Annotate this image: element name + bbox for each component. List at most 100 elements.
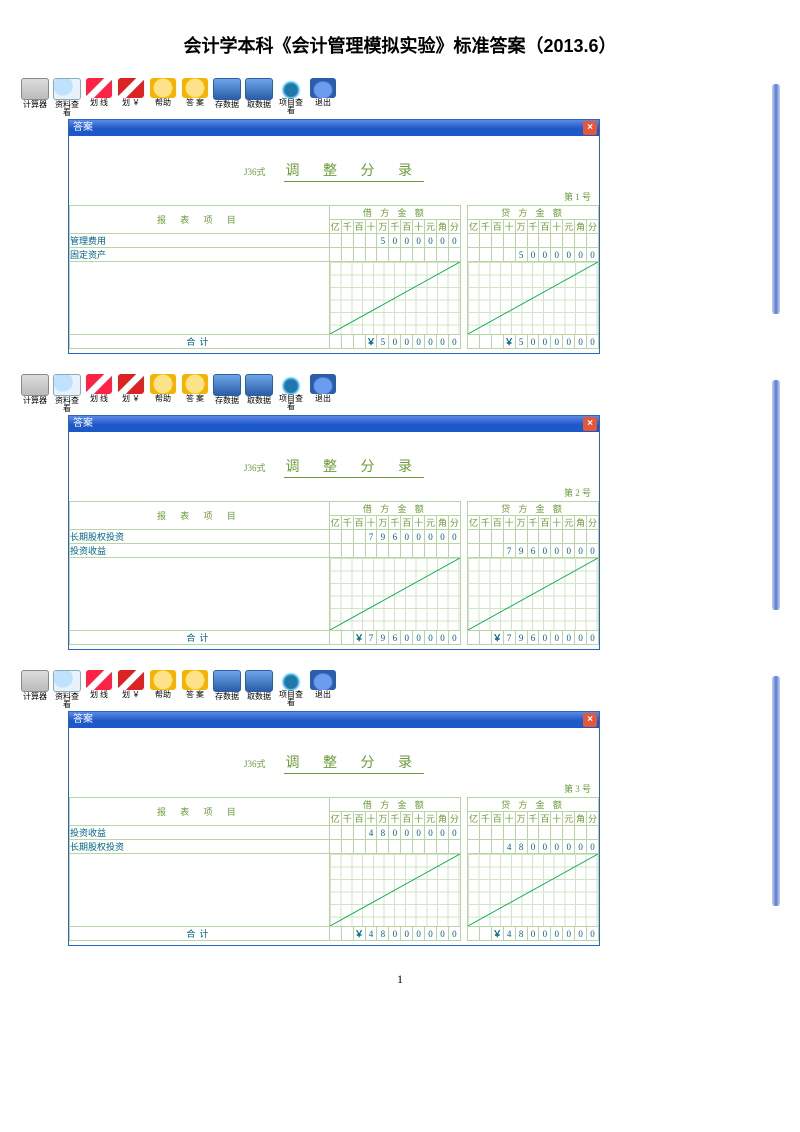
digit-cell — [365, 248, 377, 262]
digit-cell: 7 — [503, 631, 515, 645]
toolbar-calc-button[interactable]: 计算器 — [20, 78, 50, 117]
entry-no: 第 1 号 — [69, 188, 599, 205]
toolbar-load-button[interactable]: 取数据 — [244, 374, 274, 413]
toolbar-exit-button[interactable]: 退出 — [308, 670, 338, 709]
digit-cell: 9 — [377, 631, 389, 645]
digit-cell: 0 — [401, 631, 413, 645]
toolbar-label: 帮助 — [155, 690, 171, 699]
search-icon — [53, 374, 81, 396]
toolbar-load-button[interactable]: 取数据 — [244, 78, 274, 117]
digit-cell — [341, 826, 353, 840]
toolbar-label: 计算器 — [23, 396, 47, 405]
toolbar-search-button[interactable]: 资料查看 — [52, 374, 82, 413]
digit-header: 十 — [413, 812, 425, 826]
toolbar-pen1-button[interactable]: 划 线 — [84, 670, 114, 709]
titlebar: 答案 × — [69, 120, 599, 136]
toolbar-help-button[interactable]: 帮助 — [148, 78, 178, 117]
digit-cell: 7 — [365, 530, 377, 544]
toolbar-label: 计算器 — [23, 100, 47, 109]
digit-cell — [425, 840, 437, 854]
close-icon[interactable]: × — [583, 713, 597, 727]
digit-cell — [468, 840, 480, 854]
digit-cell: 0 — [527, 840, 539, 854]
toolbar-save-button[interactable]: 存数据 — [212, 670, 242, 709]
digit-header: 十 — [365, 220, 377, 234]
toolbar-calc-button[interactable]: 计算器 — [20, 374, 50, 413]
close-icon[interactable]: × — [583, 417, 597, 431]
digit-cell — [527, 234, 539, 248]
digit-cell — [479, 530, 491, 544]
item-cell: 投资收益 — [70, 826, 330, 840]
digit-cell — [527, 826, 539, 840]
digit-cell: 0 — [539, 631, 551, 645]
digit-header: 百 — [539, 516, 551, 530]
scrollbar-thumb[interactable] — [772, 380, 780, 610]
digit-cell — [527, 530, 539, 544]
digit-cell — [353, 335, 365, 349]
toolbar-pen2-button[interactable]: 划 ￥ — [116, 374, 146, 413]
toolbar-calc-button[interactable]: 计算器 — [20, 670, 50, 709]
toolbar-ans-button[interactable]: 答 案 — [180, 78, 210, 117]
form-title: 调 整 分 录 — [284, 752, 425, 774]
digit-cell — [389, 544, 401, 558]
save-icon — [213, 374, 241, 396]
digit-header: 元 — [425, 220, 437, 234]
digit-cell: 0 — [425, 927, 437, 941]
digit-cell: 0 — [587, 335, 599, 349]
toolbar-search-button[interactable]: 资料查看 — [52, 670, 82, 709]
digit-cell: 0 — [587, 544, 599, 558]
toolbar-pen1-button[interactable]: 划 线 — [84, 374, 114, 413]
toolbar-label: 存数据 — [215, 396, 239, 405]
toolbar-view-button[interactable]: 项目查看 — [276, 670, 306, 709]
digit-cell: 0 — [413, 631, 425, 645]
blank-row — [70, 558, 599, 631]
toolbar-search-button[interactable]: 资料查看 — [52, 78, 82, 117]
toolbar-save-button[interactable]: 存数据 — [212, 78, 242, 117]
digit-cell: 5 — [377, 234, 389, 248]
col-debit: 借 方 金 额 — [329, 206, 460, 220]
toolbar-help-button[interactable]: 帮助 — [148, 374, 178, 413]
col-debit: 借 方 金 额 — [329, 502, 460, 516]
help-icon — [150, 374, 176, 394]
answer-block: 计算器 资料查看 划 线 划 ￥ 帮助 答 案 存数据 取数据 — [20, 372, 780, 650]
digit-header: 百 — [353, 220, 365, 234]
load-icon — [245, 374, 273, 396]
toolbar-exit-button[interactable]: 退出 — [308, 374, 338, 413]
digit-cell: 0 — [563, 544, 575, 558]
digit-cell — [515, 530, 527, 544]
digit-cell — [329, 248, 341, 262]
toolbar-view-button[interactable]: 项目查看 — [276, 78, 306, 117]
toolbar-pen2-button[interactable]: 划 ￥ — [116, 78, 146, 117]
toolbar-pen1-button[interactable]: 划 线 — [84, 78, 114, 117]
digit-cell — [468, 234, 480, 248]
toolbar-ans-button[interactable]: 答 案 — [180, 670, 210, 709]
form-title: 调 整 分 录 — [284, 456, 425, 478]
ans-icon — [182, 78, 208, 98]
toolbar-label: 答 案 — [186, 394, 204, 403]
digit-header: 元 — [563, 812, 575, 826]
toolbar-load-button[interactable]: 取数据 — [244, 670, 274, 709]
scrollbar-thumb[interactable] — [772, 84, 780, 314]
digit-cell: 0 — [425, 826, 437, 840]
digit-header: 千 — [341, 812, 353, 826]
digit-cell: ￥ — [491, 927, 503, 941]
digit-cell: 0 — [401, 530, 413, 544]
toolbar-label: 退出 — [315, 394, 331, 403]
digit-cell: 0 — [575, 544, 587, 558]
digit-cell: 0 — [389, 927, 401, 941]
toolbar-label: 划 线 — [90, 98, 108, 107]
close-icon[interactable]: × — [583, 121, 597, 135]
toolbar-help-button[interactable]: 帮助 — [148, 670, 178, 709]
digit-cell — [329, 544, 341, 558]
toolbar-exit-button[interactable]: 退出 — [308, 78, 338, 117]
toolbar-pen2-button[interactable]: 划 ￥ — [116, 670, 146, 709]
digit-cell — [479, 631, 491, 645]
digit-cell — [448, 544, 460, 558]
toolbar-ans-button[interactable]: 答 案 — [180, 374, 210, 413]
digit-header: 十 — [551, 220, 563, 234]
toolbar-save-button[interactable]: 存数据 — [212, 374, 242, 413]
digit-cell — [437, 544, 449, 558]
digit-header: 百 — [353, 516, 365, 530]
toolbar-view-button[interactable]: 项目查看 — [276, 374, 306, 413]
scrollbar-thumb[interactable] — [772, 676, 780, 906]
